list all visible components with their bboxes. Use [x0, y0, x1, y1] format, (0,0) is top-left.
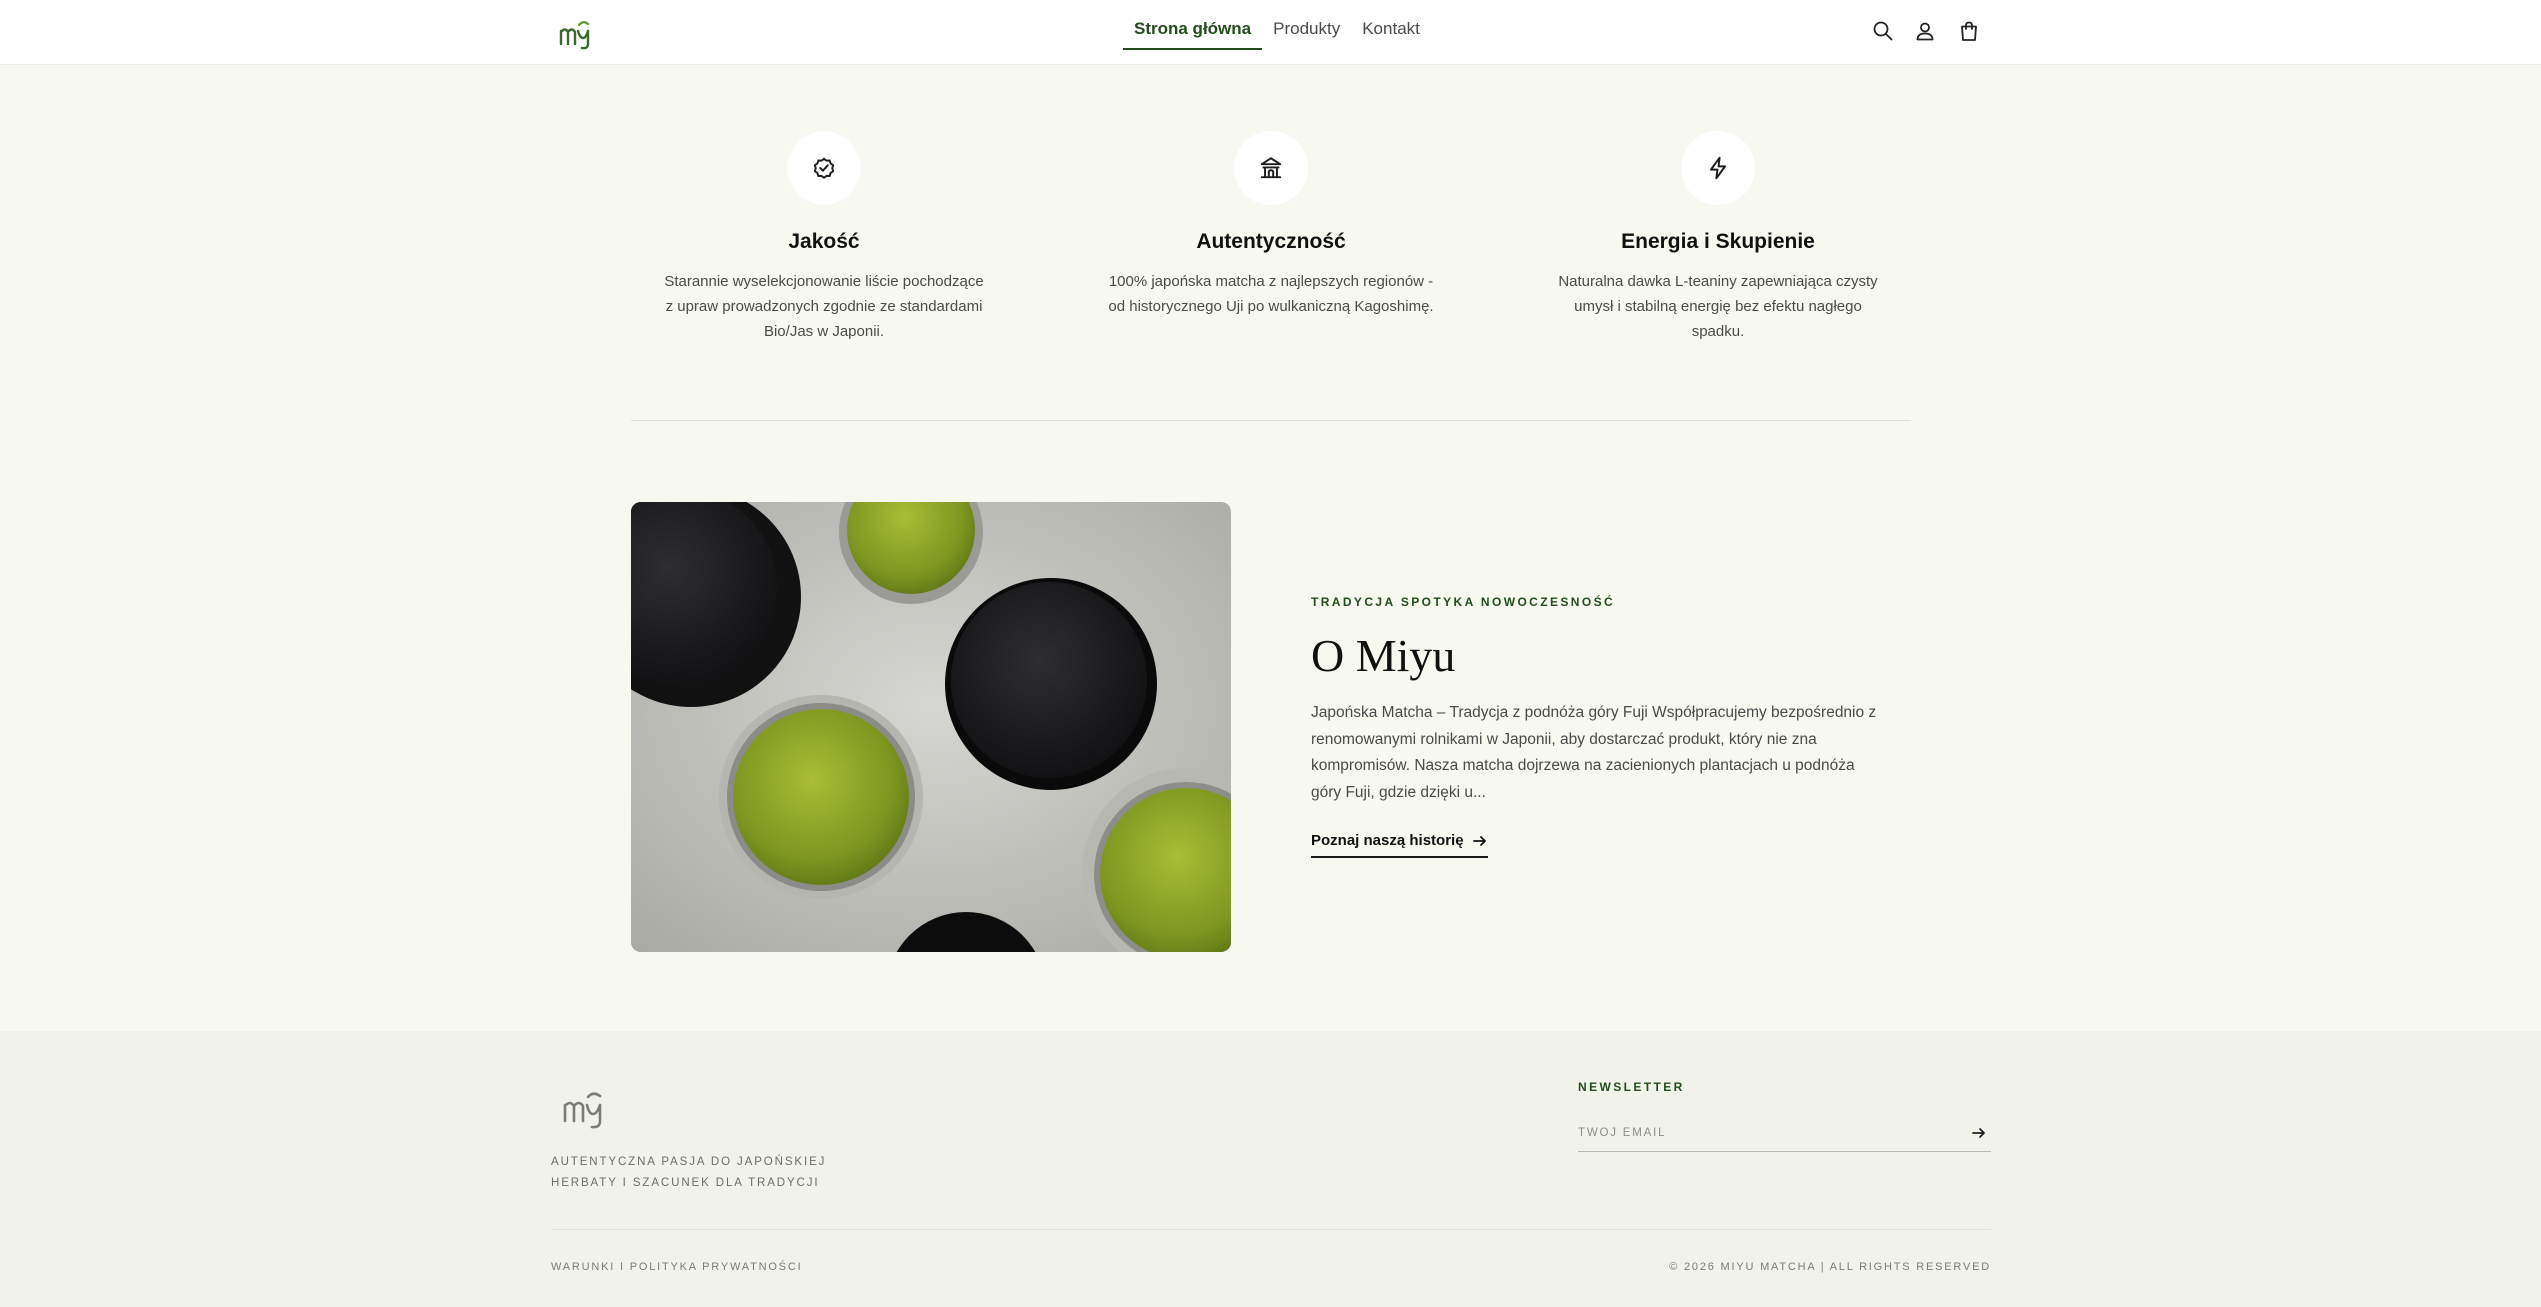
- section-divider: [631, 420, 1911, 421]
- feature-icon-circle: [1234, 131, 1308, 205]
- nav-item-home[interactable]: Strona główna: [1123, 0, 1263, 58]
- badge-check-icon: [813, 157, 835, 179]
- feature-energy: Energia i Skupienie Naturalna dawka L-te…: [1548, 131, 1888, 344]
- about-text: Japońska Matcha – Tradycja z podnóża gór…: [1311, 704, 1877, 801]
- miyu-logo[interactable]: [558, 14, 592, 50]
- feature-text: Starannie wyselekcjonowanie liście pocho…: [664, 273, 984, 340]
- arrow-right-icon: [1472, 835, 1486, 846]
- feature-text: Naturalna dawka L-teaniny zapewniająca c…: [1558, 273, 1878, 340]
- feature-icon-circle: [1681, 131, 1755, 205]
- copyright-text: © 2026 MIYU MATCHA | ALL RIGHTS RESERVED: [1669, 1261, 1991, 1273]
- footer-divider: [551, 1229, 1991, 1230]
- feature-title: Energia i Skupienie: [1621, 230, 1815, 253]
- nav-item-contact[interactable]: Kontakt: [1351, 0, 1431, 58]
- feature-icon-circle: [787, 131, 861, 205]
- read-story-label: Poznaj naszą historię: [1311, 832, 1464, 849]
- about-eyebrow: TRADYCJA SPOTYKA NOWOCZESNOŚĆ: [1311, 595, 1616, 609]
- about-title: O Miyu: [1311, 630, 1456, 681]
- feature-quality: Jakość Starannie wyselekcjonowanie liści…: [654, 131, 994, 344]
- site-header: Strona główna Produkty Kontakt: [0, 0, 2541, 65]
- read-story-link[interactable]: Poznaj naszą historię: [1311, 832, 1488, 858]
- terms-privacy-link[interactable]: WARUNKI I POLITYKA PRYWATNOŚCI: [551, 1261, 802, 1273]
- miyu-logo-footer[interactable]: [560, 1083, 606, 1129]
- temple-icon: [1260, 157, 1282, 179]
- nav-item-products[interactable]: Produkty: [1262, 0, 1351, 58]
- feature-text: 100% japońska matcha z najlepszych regio…: [1108, 273, 1434, 315]
- footer-tagline: AUTENTYCZNA PASJA DO JAPOŃSKIEJ HERBATY …: [551, 1156, 827, 1189]
- matcha-tins-image: [631, 502, 1231, 952]
- main-nav: Strona główna Produkty Kontakt: [1123, 0, 1431, 65]
- newsletter-submit-button[interactable]: [1967, 1121, 1991, 1145]
- feature-title: Autentyczność: [1196, 230, 1346, 253]
- search-icon[interactable]: [1869, 17, 1897, 45]
- newsletter-label: NEWSLETTER: [1578, 1080, 1685, 1094]
- arrow-right-icon: [1972, 1128, 1985, 1138]
- feature-authenticity: Autentyczność 100% japońska matcha z naj…: [1101, 131, 1441, 319]
- newsletter-email-input[interactable]: [1578, 1118, 1967, 1148]
- site-footer: AUTENTYCZNA PASJA DO JAPOŃSKIEJ HERBATY …: [0, 1031, 2541, 1307]
- feature-title: Jakość: [788, 230, 860, 253]
- newsletter-form: [1578, 1115, 1991, 1152]
- lightning-icon: [1709, 156, 1727, 180]
- user-icon[interactable]: [1911, 17, 1939, 45]
- shopping-bag-icon[interactable]: [1955, 17, 1983, 45]
